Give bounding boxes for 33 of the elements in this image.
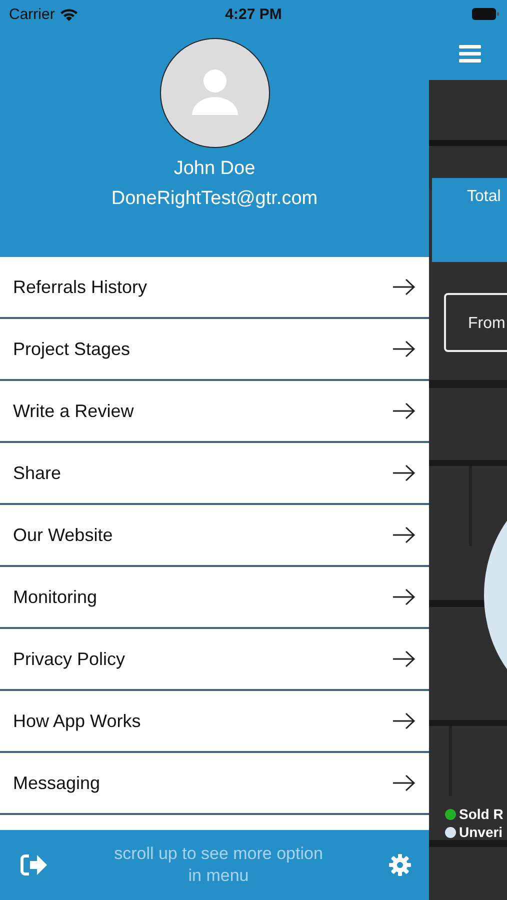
user-email: DoneRightTest@gtr.com xyxy=(111,188,318,210)
carrier-label: Carrier xyxy=(9,6,55,22)
arrow-icon xyxy=(392,774,416,792)
legend-label: Sold R xyxy=(459,806,504,822)
menu-item-label: Messaging xyxy=(13,772,100,794)
menu-item-label: Our Website xyxy=(13,524,113,546)
arrow-icon xyxy=(392,464,416,482)
user-name: John Doe xyxy=(174,158,256,180)
menu-item-label: Write a Review xyxy=(13,400,134,422)
menu-item-label: Monitoring xyxy=(13,586,98,608)
battery-icon xyxy=(472,8,499,20)
menu-item-label: Share xyxy=(13,462,62,484)
legend-label: Unveri xyxy=(459,824,503,840)
clock-time: 4:27 PM xyxy=(225,6,282,23)
stat-label: Total xyxy=(467,188,501,205)
settings-icon[interactable] xyxy=(389,854,411,876)
menu-item-label: How App Works xyxy=(13,710,141,732)
arrow-icon xyxy=(392,650,416,668)
arrow-icon xyxy=(392,712,416,730)
date-filter[interactable]: From xyxy=(444,293,507,352)
menu-item-label: Privacy Policy xyxy=(13,648,126,670)
person-icon xyxy=(190,69,240,117)
menu-item-label: Project Stages xyxy=(13,338,130,360)
wifi-icon xyxy=(60,8,78,20)
arrow-icon xyxy=(392,340,416,358)
arrow-icon xyxy=(392,526,416,544)
arrow-icon xyxy=(392,402,416,420)
logout-icon[interactable] xyxy=(20,853,48,877)
menu-icon[interactable] xyxy=(459,45,481,63)
scroll-hint: scroll up to see more option in menu xyxy=(113,843,324,887)
menu-item-label: Referrals History xyxy=(13,276,148,298)
arrow-icon xyxy=(392,588,416,606)
arrow-icon xyxy=(392,278,416,296)
